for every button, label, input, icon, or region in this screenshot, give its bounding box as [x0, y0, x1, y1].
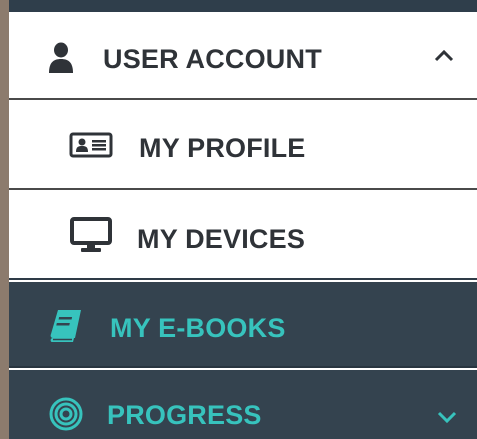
menu-item-progress[interactable]: PROGRESS [9, 370, 477, 439]
menu-item-user-account[interactable]: USER ACCOUNT [9, 12, 477, 100]
id-card-icon [69, 132, 113, 158]
top-dark-bar [9, 0, 477, 12]
chevron-down-icon[interactable] [437, 410, 457, 424]
menu-item-my-profile[interactable]: MY PROFILE [9, 102, 477, 190]
my-profile-label: MY PROFILE [139, 133, 306, 163]
user-account-label: USER ACCOUNT [103, 44, 322, 74]
monitor-icon [70, 217, 112, 252]
book-icon [50, 310, 81, 342]
chevron-up-icon[interactable] [434, 48, 454, 62]
user-icon [49, 42, 73, 73]
my-devices-label: MY DEVICES [137, 224, 306, 254]
left-edge-strip [0, 0, 9, 439]
menu-item-my-ebooks[interactable]: MY E-BOOKS [9, 282, 477, 368]
menu-item-my-devices[interactable]: MY DEVICES [9, 192, 477, 280]
target-icon [49, 397, 83, 431]
my-ebooks-label: MY E-BOOKS [110, 313, 286, 343]
progress-label: PROGRESS [107, 400, 262, 430]
